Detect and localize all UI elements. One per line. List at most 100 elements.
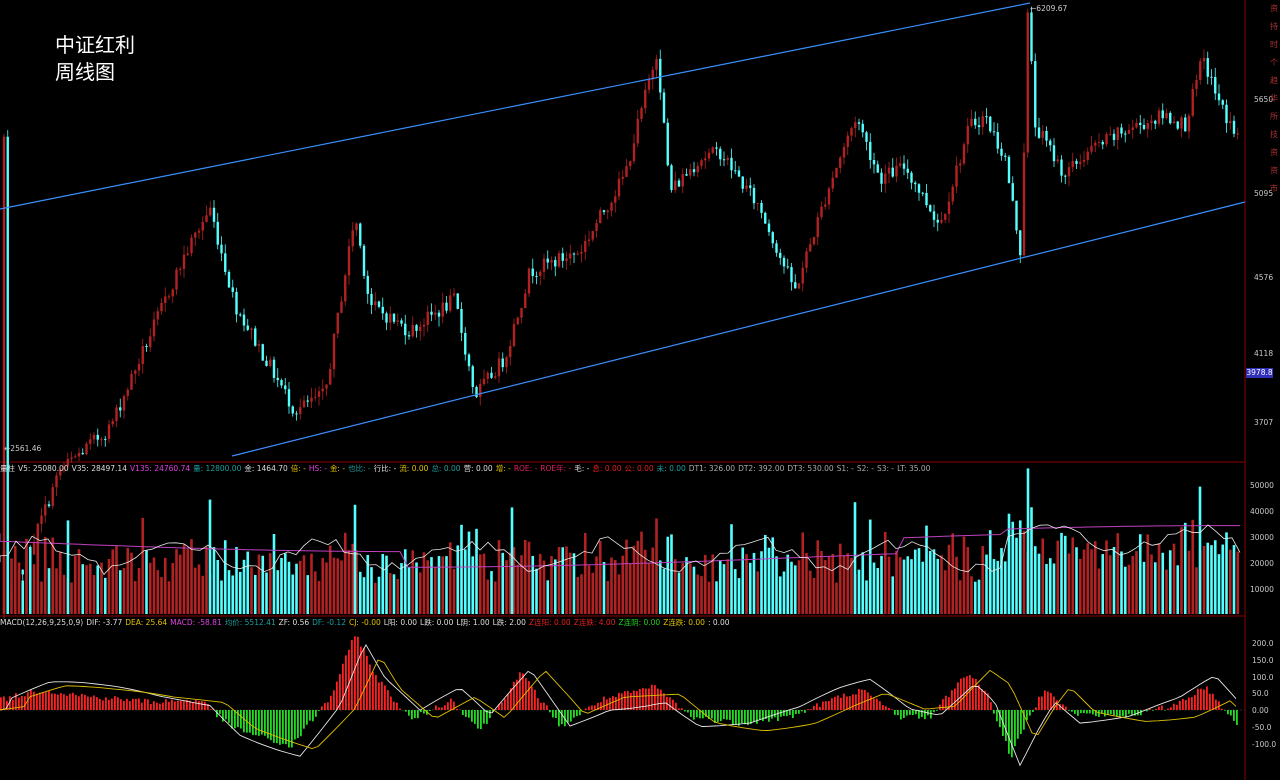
macd-histogram-bar: [477, 710, 479, 729]
macd-histogram-bar: [87, 696, 89, 710]
macd-histogram-bar: [543, 702, 545, 710]
volume-bar: [58, 551, 62, 614]
candle-body: [351, 230, 354, 247]
candle-body: [1052, 145, 1056, 162]
volume-bar: [1033, 546, 1037, 614]
macd-histogram-bar: [507, 694, 509, 710]
candle-body: [1030, 12, 1033, 62]
macd-histogram-bar: [1035, 707, 1037, 710]
candle-body: [490, 372, 493, 378]
volume-bar: [1037, 553, 1041, 614]
macd-histogram-bar: [729, 710, 731, 720]
volume-bar: [1138, 534, 1142, 614]
candle-body: [752, 187, 756, 204]
macd-histogram-bar: [393, 701, 395, 710]
volume-bar: [32, 564, 36, 614]
side-panel-tab[interactable]: 市: [1268, 180, 1280, 198]
volume-bar: [748, 562, 752, 614]
stock-chart-canvas[interactable]: [0, 0, 1280, 780]
macd-histogram-bar: [810, 709, 812, 710]
volume-bar: [373, 582, 377, 614]
volume-bar: [1003, 561, 1007, 614]
macd-info-field: L阴: 1.00: [456, 618, 490, 627]
macd-histogram-bar: [990, 702, 992, 710]
macd-histogram-bar: [300, 710, 302, 737]
candle-body: [194, 232, 197, 238]
macd-histogram-bar: [111, 698, 113, 710]
macd-histogram-bar: [240, 710, 242, 729]
candle-body: [404, 323, 407, 336]
volume-bar-spike: [510, 507, 514, 614]
side-panel-tab[interactable]: 技: [1268, 126, 1280, 144]
candle-body: [160, 302, 163, 312]
candle-body: [760, 202, 763, 213]
macd-histogram-bar: [267, 710, 269, 739]
macd-histogram-bar: [1080, 710, 1082, 714]
volume-bar: [1086, 543, 1090, 614]
volume-bar: [921, 561, 925, 614]
candle-body: [535, 275, 538, 277]
candle-body: [407, 335, 411, 337]
side-panel-tab[interactable]: 所: [1268, 108, 1280, 126]
macd-histogram-bar: [198, 701, 200, 710]
side-panel-tab[interactable]: 持: [1268, 18, 1280, 36]
macd-info-field: MACD(12,26,9,25,0,9): [0, 618, 84, 627]
macd-histogram-bar: [660, 689, 662, 710]
volume-bar-spike: [353, 504, 357, 614]
candle-body: [227, 271, 231, 288]
macd-histogram-bar: [297, 710, 299, 739]
macd-histogram-bar: [573, 710, 575, 718]
macd-histogram-bar: [669, 697, 671, 710]
macd-histogram-bar: [381, 681, 383, 710]
volume-bar: [227, 570, 231, 614]
candle-body: [880, 172, 883, 184]
candle-body: [831, 177, 834, 189]
volume-bar: [1236, 551, 1240, 614]
volume-ma-long-line: [0, 525, 1240, 568]
macd-tick: -100.0: [1252, 740, 1277, 749]
side-panel-tab[interactable]: 趋: [1268, 72, 1280, 90]
volume-bar: [583, 532, 587, 614]
candle-body: [516, 317, 519, 325]
candle-body: [621, 176, 624, 179]
side-panel-tab[interactable]: 个: [1268, 54, 1280, 72]
side-panel-tab[interactable]: 华: [1268, 90, 1280, 108]
volume-bar: [126, 547, 130, 614]
side-panel-tab[interactable]: 时: [1268, 36, 1280, 54]
volume-bar: [711, 554, 715, 614]
candle-body: [775, 243, 778, 253]
volume-bar: [51, 537, 55, 614]
macd-histogram-bar: [912, 710, 914, 716]
volume-bar: [988, 530, 992, 614]
volume-info-field: 毛: -: [574, 464, 590, 473]
trend-channel-lines[interactable]: [0, 2, 1246, 457]
volume-bar: [343, 532, 347, 614]
side-panel-tab[interactable]: 资: [1268, 0, 1280, 18]
volume-bar: [1097, 568, 1101, 614]
candle-body: [171, 289, 174, 297]
macd-histogram-bar: [270, 710, 272, 741]
candle-body: [370, 293, 373, 306]
volume-bar: [77, 549, 81, 614]
candle-body: [175, 269, 178, 290]
candle-body: [475, 386, 478, 398]
volume-indicator-bar[interactable]: 量柱 V5: 25080.00 V35: 28497.14 V135: 24760.7…: [0, 463, 1245, 474]
volume-bar: [1202, 545, 1206, 614]
macd-histogram-bar: [750, 710, 752, 724]
candle-body: [239, 314, 242, 316]
macd-histogram-bar: [753, 710, 755, 722]
candle-body: [1101, 141, 1104, 145]
right-side-panel-labels[interactable]: 资持时个趋华所技资资市: [1268, 0, 1280, 200]
macd-indicator-bar[interactable]: MACD(12,26,9,25,0,9) DIF: -3.77 DEA: 25.64…: [0, 617, 1245, 628]
side-panel-tab[interactable]: 资: [1268, 162, 1280, 180]
candle-body: [164, 296, 167, 303]
macd-histogram-bar: [1236, 710, 1238, 726]
volume-bar: [767, 547, 771, 614]
macd-histogram-bar: [1071, 710, 1073, 712]
volume-bar: [1135, 551, 1138, 614]
macd-histogram-bar: [876, 698, 878, 710]
macd-histogram-bar: [735, 710, 737, 725]
side-panel-tab[interactable]: 资: [1268, 144, 1280, 162]
volume-bar: [951, 533, 955, 614]
macd-histogram-bar: [501, 702, 503, 710]
